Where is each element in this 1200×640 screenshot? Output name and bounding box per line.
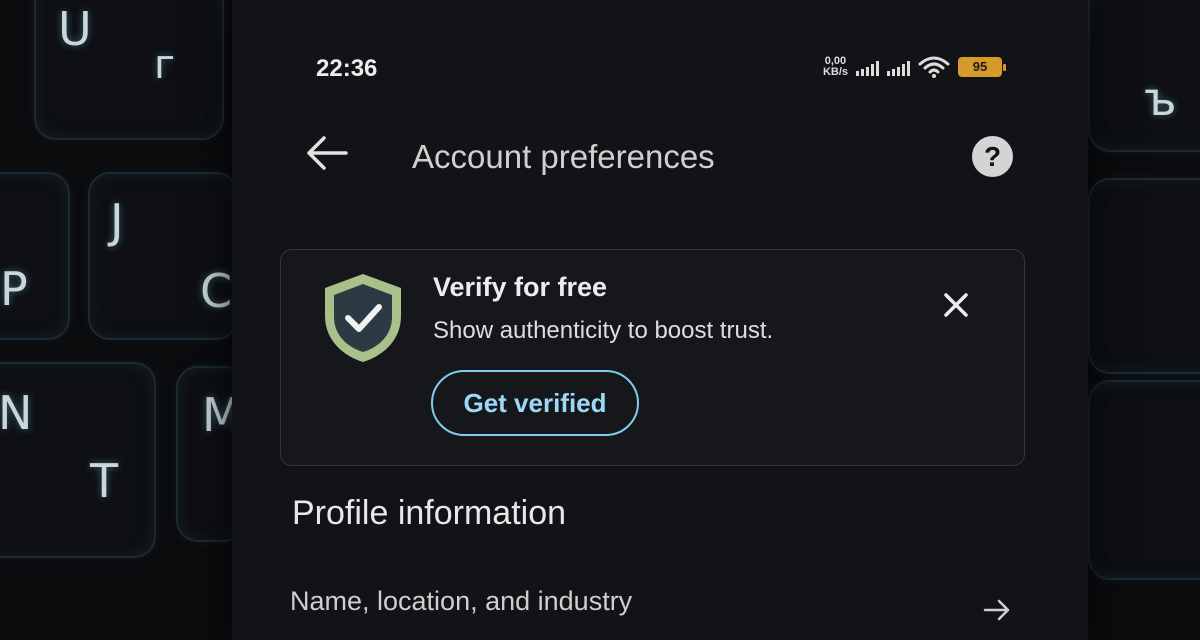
- key-label: T: [90, 454, 119, 508]
- profile-section-title: Profile information: [292, 494, 567, 532]
- key-label: N: [0, 386, 33, 440]
- page-title: Account preferences: [412, 138, 715, 175]
- get-verified-button[interactable]: Get verified: [431, 370, 639, 436]
- shield-check-icon: [325, 274, 401, 362]
- status-icons: 0,00 KB/s 95: [823, 56, 1006, 78]
- key-u: U г: [34, 0, 224, 140]
- network-speed: 0,00 KB/s: [823, 56, 848, 78]
- phone-screen: 22:36 0,00 KB/s 95 Account preferences ?: [232, 0, 1088, 640]
- close-icon: [944, 293, 968, 317]
- list-item-label: Name, location, and industry: [290, 586, 633, 616]
- verify-card: Verify for free Show authenticity to boo…: [280, 249, 1025, 466]
- status-time: 22:36: [316, 55, 378, 82]
- signal-icon: [856, 58, 879, 76]
- signal-icon: [887, 58, 910, 76]
- key-right-bottom: [1088, 380, 1200, 580]
- back-button[interactable]: [302, 130, 352, 176]
- key-label: г: [154, 42, 176, 88]
- arrow-right-icon: [983, 599, 1010, 621]
- list-item-name-location-industry[interactable]: Name, location, and industry: [280, 580, 1020, 640]
- key-j: J C: [88, 172, 238, 340]
- network-speed-unit: KB/s: [822, 66, 848, 78]
- key-label: P: [0, 262, 28, 316]
- key-label: C: [200, 264, 233, 318]
- verify-card-subtitle: Show authenticity to boost trust.: [433, 317, 774, 344]
- verify-card-title: Verify for free: [433, 272, 608, 302]
- arrow-left-icon: [307, 136, 348, 170]
- key-label: J: [110, 194, 124, 248]
- key-hard-sign: ъ: [1088, 0, 1200, 152]
- close-card-button[interactable]: [939, 288, 973, 322]
- battery-icon: 95: [958, 57, 1006, 77]
- key-right: [1088, 178, 1200, 374]
- key-n: N T: [0, 362, 156, 558]
- wifi-icon: [918, 56, 950, 78]
- key-label: U: [58, 2, 92, 56]
- key-p: P: [0, 172, 70, 340]
- help-button[interactable]: ?: [972, 136, 1013, 177]
- key-label: ъ: [1144, 72, 1177, 126]
